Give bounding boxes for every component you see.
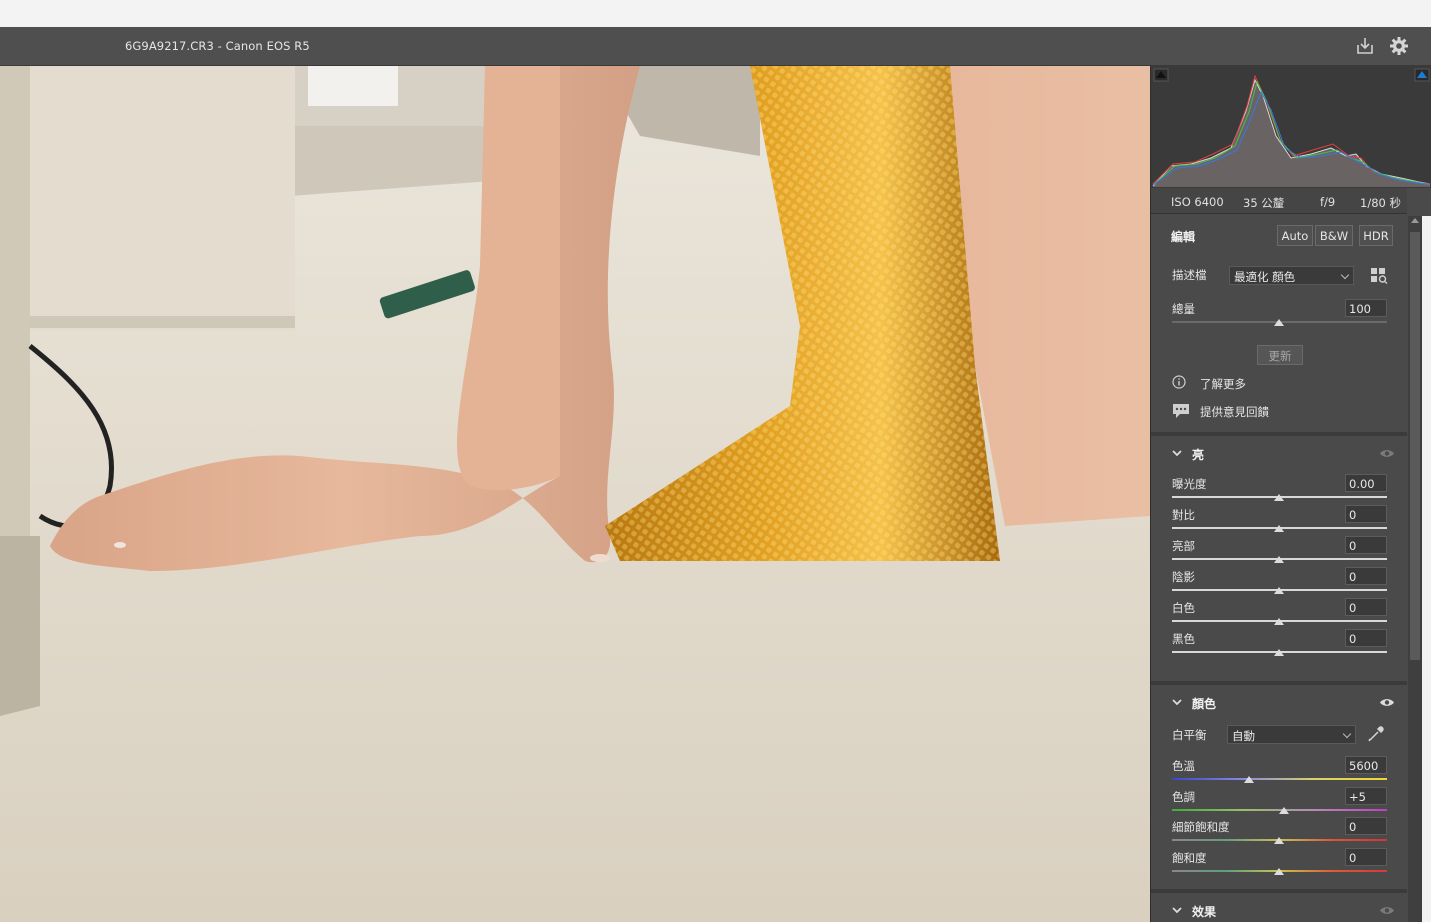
amount-label: 總量 [1172,302,1195,316]
temp-label: 色溫 [1172,759,1195,773]
title-bar: 6G9A9217.CR3 - Canon EOS R5 [0,27,1431,66]
chevron-down-icon [1340,270,1350,280]
auto-button[interactable]: Auto [1277,225,1313,246]
exif-focal: 35 公釐 [1243,196,1285,210]
wb-dropdown[interactable]: 自動 [1227,725,1356,744]
chevron-down-icon[interactable] [1172,905,1182,915]
shadows-slider-thumb[interactable] [1274,587,1284,594]
window-title: 6G9A9217.CR3 - Canon EOS R5 [125,39,310,53]
light-section: 亮 曝光度 0.00 對比 0 亮部 0 陰影 0 白色 0 黑色 0 [1151,436,1407,681]
saturation-label: 飽和度 [1172,851,1207,865]
color-section: 顏色 白平衡 自動 色溫 5600 色調 +5 細節飽和度 0 飽和度 0 [1151,685,1407,889]
edit-section: 編輯 Auto B&W HDR 描述檔 最適化 顏色 總量 100 更新 了解更… [1151,216,1407,432]
exif-bar: ISO 6400 35 公釐 f/9 1/80 秒 [1151,188,1407,214]
exposure-slider-thumb[interactable] [1274,494,1284,501]
exif-shutter: 1/80 秒 [1360,196,1401,210]
histogram [1151,66,1431,188]
chevron-down-icon[interactable] [1172,448,1182,458]
blacks-value[interactable]: 0 [1345,629,1387,647]
app-window: 6G9A9217.CR3 - Canon EOS R5 ISO 6400 35 … [0,0,1431,922]
profile-dropdown[interactable]: 最適化 顏色 [1229,266,1354,285]
save-icon[interactable] [1354,35,1376,57]
whites-label: 白色 [1172,601,1195,615]
profile-browser-icon[interactable] [1370,267,1388,284]
scroll-up-icon[interactable] [1411,218,1419,223]
bw-button[interactable]: B&W [1315,225,1353,246]
update-button[interactable]: 更新 [1257,345,1303,365]
profile-value: 最適化 顏色 [1234,270,1296,284]
edit-panel: ISO 6400 35 公釐 f/9 1/80 秒 編輯 Auto B&W HD… [1150,66,1431,922]
top-strip [0,0,1431,27]
saturation-slider-thumb[interactable] [1274,868,1284,875]
eyedropper-icon[interactable] [1367,725,1385,743]
feedback-icon [1173,404,1189,418]
chevron-down-icon [1342,729,1352,739]
hdr-button[interactable]: HDR [1359,225,1393,246]
edit-title: 編輯 [1171,230,1196,244]
right-gutter [1422,216,1431,922]
vibrance-label: 細節飽和度 [1172,820,1230,834]
profile-label: 描述檔 [1172,268,1207,282]
eye-icon[interactable] [1379,697,1395,708]
scroll-thumb[interactable] [1410,232,1420,660]
eye-icon[interactable] [1379,448,1395,459]
temp-slider-track[interactable] [1172,778,1387,780]
vibrance-value[interactable]: 0 [1345,817,1387,835]
info-icon [1172,375,1186,389]
histogram-graph [1151,66,1431,188]
photo-canvas[interactable] [0,66,1150,922]
amount-value[interactable]: 100 [1345,299,1387,317]
exif-aperture: f/9 [1320,195,1336,209]
highlights-label: 亮部 [1172,539,1195,553]
effects-section: 效果 [1151,893,1407,922]
tint-value[interactable]: +5 [1345,787,1387,805]
panel-scrollbar[interactable] [1408,216,1422,922]
highlights-value[interactable]: 0 [1345,536,1387,554]
feedback-link[interactable]: 提供意見回饋 [1200,404,1269,420]
saturation-value[interactable]: 0 [1345,848,1387,866]
color-title[interactable]: 顏色 [1192,695,1216,712]
highlights-slider-thumb[interactable] [1274,556,1284,563]
exif-iso: ISO 6400 [1171,195,1224,209]
blacks-slider-thumb[interactable] [1274,649,1284,656]
vibrance-slider-thumb[interactable] [1274,837,1284,844]
temp-value[interactable]: 5600 [1345,756,1387,774]
contrast-label: 對比 [1172,508,1195,522]
photo-image [0,66,1150,922]
light-title[interactable]: 亮 [1192,446,1204,463]
temp-slider-thumb[interactable] [1244,776,1254,783]
contrast-slider-thumb[interactable] [1274,525,1284,532]
blacks-label: 黑色 [1172,632,1195,646]
tint-label: 色調 [1172,790,1195,804]
exposure-label: 曝光度 [1172,477,1207,491]
edit-mode-buttons: Auto B&W HDR [1277,225,1393,246]
shadows-label: 陰影 [1172,570,1195,584]
tint-slider-thumb[interactable] [1279,807,1289,814]
learn-more-link[interactable]: 了解更多 [1200,376,1246,392]
shadows-value[interactable]: 0 [1345,567,1387,585]
exposure-value[interactable]: 0.00 [1345,474,1387,492]
whites-value[interactable]: 0 [1345,598,1387,616]
contrast-value[interactable]: 0 [1345,505,1387,523]
wb-value: 自動 [1232,729,1255,743]
eye-icon[interactable] [1379,905,1395,916]
amount-slider-thumb[interactable] [1274,319,1284,326]
whites-slider-thumb[interactable] [1274,618,1284,625]
effects-title[interactable]: 效果 [1192,903,1216,920]
wb-label: 白平衡 [1172,728,1207,742]
gear-icon[interactable] [1388,35,1410,57]
chevron-down-icon[interactable] [1172,697,1182,707]
